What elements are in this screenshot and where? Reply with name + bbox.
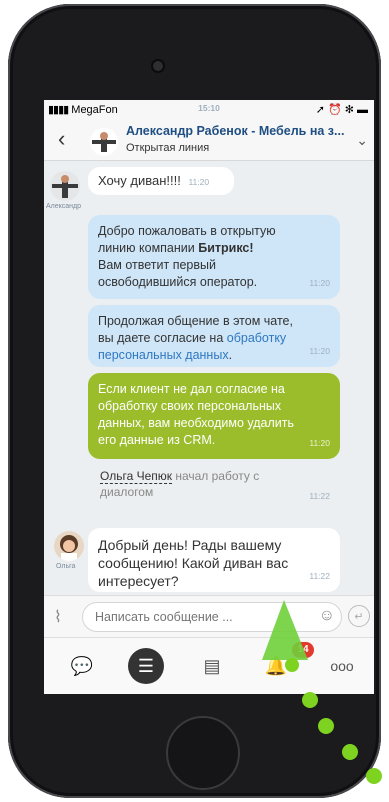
chat-title[interactable]: Александр Рабенок - Мебель на з... bbox=[126, 124, 344, 138]
message-line: Если клиент не дал согласие на bbox=[98, 382, 285, 396]
avatar[interactable] bbox=[54, 531, 84, 561]
consent-link[interactable]: обработку bbox=[227, 331, 286, 345]
message-line: его данные из CRM. bbox=[98, 433, 216, 447]
message-bubble[interactable]: Если клиент не дал согласие на обработку… bbox=[88, 373, 340, 459]
message-line: сообщению! Какой диван вас bbox=[98, 555, 289, 571]
send-icon[interactable]: ↵ bbox=[348, 605, 370, 627]
message-line: освободившийся оператор. bbox=[98, 275, 258, 289]
avatar[interactable] bbox=[50, 171, 80, 201]
user-icon bbox=[60, 535, 78, 561]
author-name: Александр bbox=[46, 203, 82, 210]
author-name: Ольга bbox=[56, 563, 76, 570]
annotation-dot bbox=[285, 658, 299, 672]
notes-tab-icon[interactable]: ▤ bbox=[194, 648, 230, 684]
bottom-tab-bar: 💬 ☰ ▤ 🔔 14 ooo bbox=[44, 637, 374, 694]
chats-tab-icon[interactable]: 💬 bbox=[64, 648, 100, 684]
message-line: Вам ответит первый bbox=[98, 258, 216, 272]
back-button[interactable]: ‹ bbox=[58, 126, 65, 152]
chat-header: ‹ Александр Рабенок - Мебель на з... Отк… bbox=[44, 118, 374, 161]
message-line: вы даете согласие на обработку bbox=[98, 331, 287, 345]
operator-name[interactable]: Ольга Чепюк bbox=[100, 469, 172, 484]
consent-link[interactable]: персональных данных bbox=[98, 348, 229, 362]
chat-screen: ▮▮▮▮ MegaFon 15:10 ➚ ⏰ ✻ ▬ ‹ Александр Р… bbox=[44, 100, 374, 694]
message-bubble[interactable]: Добро пожаловать в открытую линию компан… bbox=[88, 215, 340, 299]
message-input[interactable] bbox=[83, 603, 317, 631]
paperclip-icon[interactable]: ⌇ bbox=[54, 607, 62, 627]
message-input-wrapper[interactable]: ☺ bbox=[82, 602, 342, 632]
camera-icon bbox=[151, 59, 165, 73]
annotation-dot bbox=[366, 768, 382, 784]
system-message: Ольга Чепюк начал работу с диалогом 11:2… bbox=[100, 468, 340, 501]
message-composer: ⌇ ☺ ↵ bbox=[44, 595, 374, 638]
avatar[interactable] bbox=[90, 128, 118, 156]
more-icon[interactable]: ooo bbox=[324, 648, 360, 684]
message-time: 11:20 bbox=[309, 438, 330, 448]
phone-frame: ▮▮▮▮ MegaFon 15:10 ➚ ⏰ ✻ ▬ ‹ Александр Р… bbox=[8, 4, 381, 798]
message-line: данных, вам необходимо удалить bbox=[98, 416, 294, 430]
message-line: Продолжая общение в этом чате, bbox=[98, 314, 293, 328]
home-button[interactable] bbox=[166, 716, 240, 790]
notification-badge: 14 bbox=[292, 642, 314, 658]
message-line: обработку своих персональных bbox=[98, 399, 282, 413]
message-time: 11:20 bbox=[188, 177, 210, 187]
message-bubble[interactable]: Продолжая общение в этом чате, вы даете … bbox=[88, 305, 340, 367]
message-bubble[interactable]: Хочу диван!!!! 11:20 bbox=[88, 167, 234, 195]
annotation-dot bbox=[342, 744, 358, 760]
message-bubble[interactable]: Добрый день! Рады вашему сообщению! Како… bbox=[88, 528, 340, 592]
annotation-dot bbox=[302, 692, 318, 708]
message-line: линию компании Битрикс! bbox=[98, 241, 254, 255]
message-line: персональных данных. bbox=[98, 348, 233, 362]
message-time: 11:22 bbox=[309, 571, 330, 581]
annotation-dot bbox=[318, 718, 334, 734]
message-line: Добро пожаловать в открытую bbox=[98, 224, 276, 238]
battery-icon: ➚ ⏰ ✻ ▬ bbox=[315, 104, 368, 116]
smile-icon[interactable]: ☺ bbox=[319, 607, 335, 625]
chat-subtitle: Открытая линия bbox=[126, 142, 210, 154]
openlines-tab-icon[interactable]: ☰ bbox=[128, 648, 164, 684]
message-time: 11:20 bbox=[309, 346, 330, 356]
status-bar: ▮▮▮▮ MegaFon 15:10 ➚ ⏰ ✻ ▬ bbox=[44, 100, 374, 118]
message-text: Хочу диван!!!! bbox=[98, 173, 181, 188]
user-icon bbox=[52, 175, 78, 198]
message-time: 11:22 bbox=[309, 491, 330, 501]
message-list[interactable]: Александр Хочу диван!!!! 11:20 Добро пож… bbox=[44, 161, 374, 595]
message-time: 11:20 bbox=[309, 278, 330, 288]
chevron-down-icon[interactable]: ⌄ bbox=[356, 132, 368, 149]
user-icon bbox=[92, 132, 116, 152]
message-line: интересует? bbox=[98, 573, 179, 589]
message-line: Добрый день! Рады вашему bbox=[98, 537, 282, 553]
